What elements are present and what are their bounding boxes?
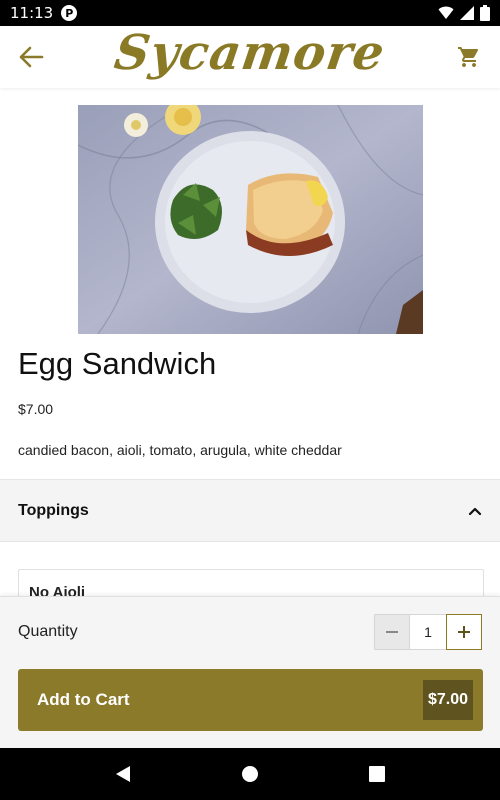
chevron-up-icon — [468, 507, 482, 515]
square-recents-icon — [368, 766, 385, 782]
sandwich-photo — [78, 105, 423, 334]
product-description: candied bacon, aioli, tomato, arugula, w… — [18, 442, 342, 458]
nav-back-button[interactable] — [103, 754, 143, 794]
toppings-title: Toppings — [18, 501, 89, 519]
wifi-icon — [438, 6, 454, 19]
topping-option-label: No Aioli — [29, 584, 86, 596]
product-name: Egg Sandwich — [18, 346, 217, 381]
toppings-section-header[interactable]: Toppings — [0, 479, 500, 542]
status-indicators — [438, 5, 490, 21]
signal-icon — [460, 6, 474, 20]
nav-recents-button[interactable] — [357, 754, 397, 794]
plus-icon — [458, 626, 470, 638]
decrement-button[interactable] — [374, 614, 410, 650]
brand-logo: Sycamore — [111, 25, 389, 81]
app-notification-icon: P — [61, 5, 78, 21]
quantity-value: 1 — [410, 614, 446, 650]
system-nav-bar — [0, 748, 500, 800]
quantity-label: Quantity — [18, 623, 78, 640]
quantity-stepper: 1 — [374, 614, 482, 650]
add-to-cart-total: $7.00 — [422, 680, 473, 720]
battery-icon — [480, 5, 490, 21]
minus-icon — [386, 631, 398, 633]
back-button[interactable] — [14, 40, 48, 74]
cart-icon — [457, 47, 478, 67]
nav-home-button[interactable] — [230, 754, 270, 794]
back-arrow-icon — [19, 46, 44, 68]
app-bar: Sycamore — [0, 25, 500, 88]
add-to-cart-button[interactable]: Add to Cart $7.00 — [18, 669, 483, 731]
triangle-back-icon — [116, 766, 131, 782]
product-detail: Egg Sandwich $7.00 candied bacon, aioli,… — [0, 88, 500, 596]
add-to-cart-panel: Quantity 1 Add to Cart $7.00 — [0, 596, 500, 748]
cart-button[interactable] — [452, 40, 486, 74]
topping-option-no-aioli[interactable]: No Aioli — [18, 569, 484, 596]
status-time: 11:13 — [10, 4, 54, 22]
increment-button[interactable] — [446, 614, 482, 650]
product-price: $7.00 — [18, 401, 54, 417]
circle-home-icon — [241, 766, 258, 782]
product-image — [78, 105, 423, 334]
add-to-cart-label: Add to Cart — [37, 690, 130, 709]
status-bar: 11:13 P — [0, 0, 500, 26]
